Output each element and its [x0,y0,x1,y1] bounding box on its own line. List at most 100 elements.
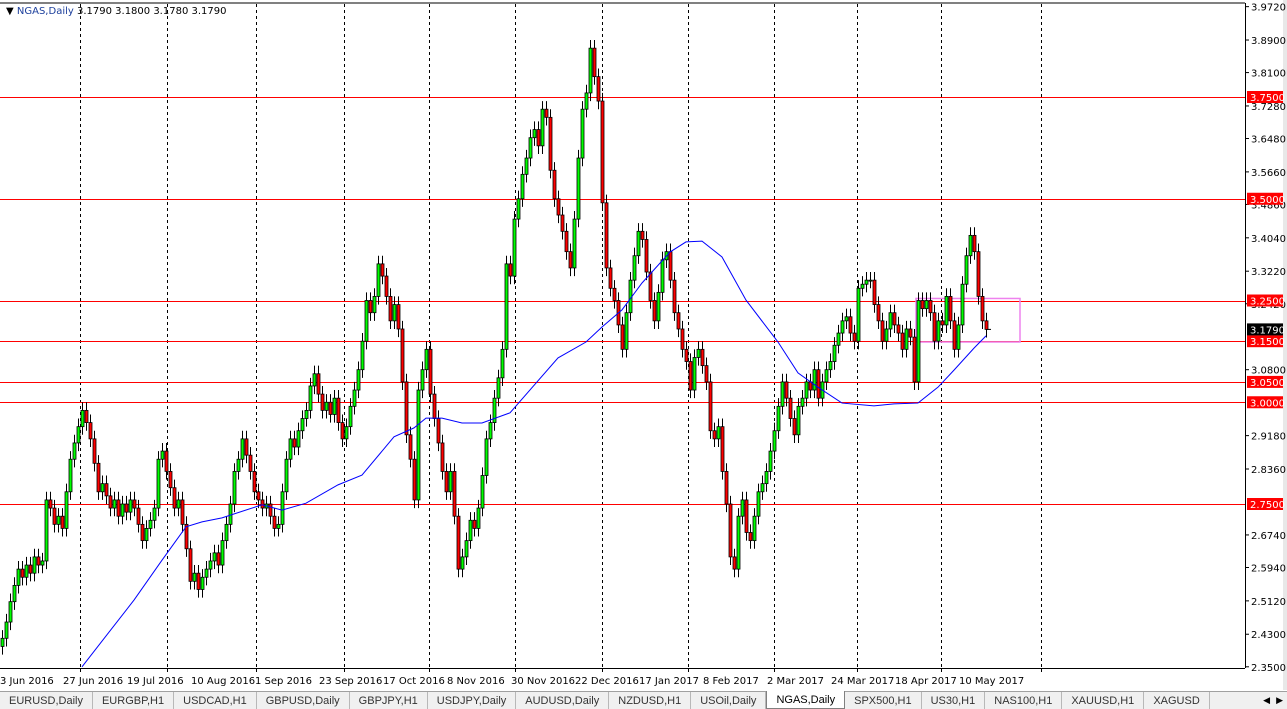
tab-eurgbp-h1[interactable]: EURGBP,H1 [93,692,175,709]
candle-body [568,251,573,269]
candle-body [904,328,909,350]
candle-body [732,556,737,570]
tab-usdcad-h1[interactable]: USDCAD,H1 [174,692,257,709]
candle-body [868,279,873,282]
tab-spx500-h1[interactable]: SPX500,H1 [845,692,922,709]
candle [656,284,661,329]
candle [192,565,197,590]
candle [976,243,981,305]
candle [752,508,757,549]
chart-ohlc: 3.1790 3.1800 3.1780 3.1790 [76,6,227,17]
tab-nzdusd-h1[interactable]: NZDUSD,H1 [609,692,692,709]
candle-body [240,438,245,460]
candle-body [308,385,313,411]
candle [268,495,273,525]
candle-body [888,312,893,330]
candle-body [928,300,933,314]
tab-us30-h1[interactable]: US30,H1 [922,692,986,709]
candle [324,394,329,419]
candle [952,312,957,358]
candle-body [36,556,41,566]
level-label: 2.7500 [1250,500,1285,511]
candle-body [680,328,685,350]
tab-xagusd[interactable]: XAGUSD [1144,692,1210,709]
candle-body [940,320,945,326]
date-label: 18 Apr 2017 [895,676,957,687]
candle-body [844,316,849,322]
candle [296,422,301,456]
candle-body [556,198,561,216]
candle [760,475,765,500]
candle-body [356,369,361,391]
candle-body [488,422,493,440]
candle [20,560,25,586]
candle-body [720,426,725,472]
candle-body [704,365,709,383]
dropdown-triangle-icon[interactable]: ▼ [6,6,14,17]
candle-body [632,255,637,281]
candle-body [444,471,449,493]
scroll-left-icon[interactable]: ◀ [1263,695,1270,705]
candle-body [372,296,377,314]
candle-body [100,483,105,493]
candle-body [192,572,197,582]
candle [536,121,541,154]
tab-ngas-daily[interactable]: NGAS,Daily [766,691,846,709]
tab-audusd-daily[interactable]: AUDUSD,Daily [516,692,610,709]
candle-body [224,523,229,542]
candle-body [864,279,869,285]
candle-body [688,361,693,391]
candle [480,467,485,517]
candle [620,316,625,358]
candle-body [544,108,549,118]
candle-body [656,291,661,322]
candle-body [256,491,261,501]
tab-eurusd-daily[interactable]: EURUSD,Daily [0,692,93,709]
tab-gbpusd-daily[interactable]: GBPUSD,Daily [257,692,350,709]
candle [796,398,801,443]
candle [416,381,421,509]
candle [48,491,53,517]
candle-body [340,422,345,440]
candle-body [12,585,17,603]
candle [184,516,189,557]
candle-body [604,202,609,269]
candle [532,121,537,146]
candle [420,361,425,399]
date-label: 3 Jun 2016 [0,676,54,687]
candle-body [552,169,557,200]
candle [36,548,41,574]
candle-body [92,438,97,464]
candle [608,259,613,297]
candle-body [292,438,297,448]
candle [8,593,13,631]
candle [364,292,369,350]
candle [972,227,977,260]
candle [764,463,769,492]
candle [144,520,149,549]
candle-body [944,296,949,326]
candle [188,540,193,590]
candle-body [152,507,157,521]
tab-usoil-daily[interactable]: USOil,Daily [691,692,767,709]
candle-body [620,324,625,350]
candle-body [360,340,365,371]
scroll-right-icon[interactable]: ▶ [1276,695,1283,705]
price-chart[interactable]: 3.97203.89003.81003.72803.64803.56603.48… [0,0,1287,690]
candle [28,556,33,582]
tab-gbpjpy-h1[interactable]: GBPJPY,H1 [350,692,428,709]
tab-usdjpy-daily[interactable]: USDJPY,Daily [428,692,517,709]
candle [396,296,401,338]
candle [840,312,845,342]
candle [216,544,221,574]
tab-xauusd-h1[interactable]: XAUUSD,H1 [1062,692,1145,709]
candle-body [132,499,137,509]
candle [936,312,941,350]
candle [920,292,925,317]
candle-body [728,503,733,558]
candle [24,556,29,586]
candle [120,495,125,525]
candle-body [396,304,401,330]
candle-body [140,523,145,542]
tab-nas100-h1[interactable]: NAS100,H1 [985,692,1063,709]
